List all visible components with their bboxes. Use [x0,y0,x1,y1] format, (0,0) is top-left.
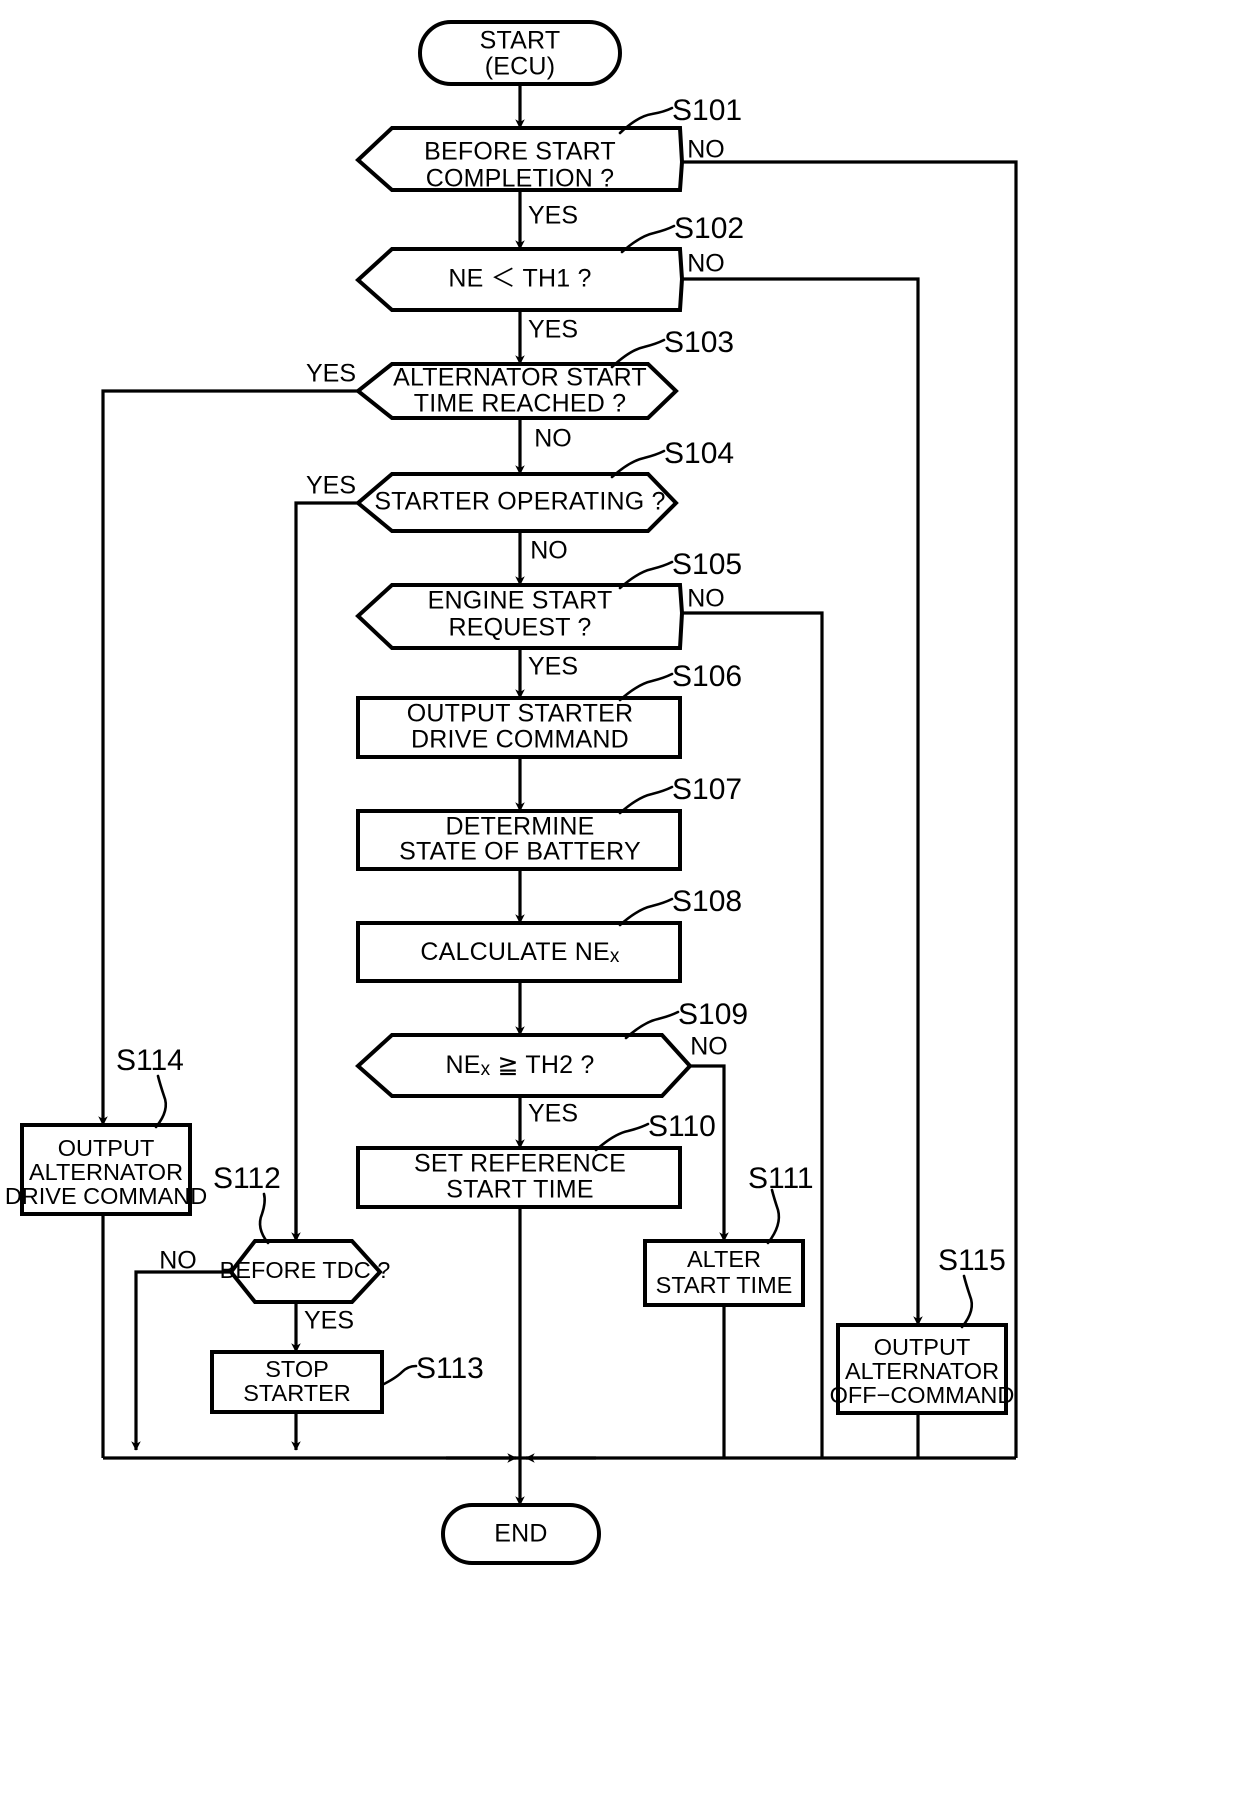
branch-label-s103-no: NO [534,425,572,453]
node-s115-line2: ALTERNATOR [845,1358,999,1384]
node-s106-line2: DRIVE COMMAND [411,726,629,754]
node-s115-line3: OFF−COMMAND [830,1382,1015,1408]
branch-label-s104-yes: YES [306,472,356,500]
node-s103-line1: ALTERNATOR START [393,364,647,392]
node-s110-line1: SET REFERENCE [414,1150,626,1178]
step-label-s105: S105 [672,548,742,581]
leader-s111 [766,1188,781,1245]
step-label-s104: S104 [664,437,734,470]
node-s105-line1: ENGINE START [428,587,613,615]
node-start: START (ECU) [418,20,622,86]
node-s103: ALTERNATOR START TIME REACHED ? [354,362,679,420]
node-s115-line1: OUTPUT [874,1334,971,1360]
node-s113: STOP STARTER [210,1350,384,1414]
step-label-s107: S107 [672,773,742,806]
node-s106: OUTPUT STARTER DRIVE COMMAND [356,696,682,759]
node-s108-line1: CALCULATE NEx [420,938,620,967]
branch-label-s105-no: NO [687,585,725,613]
node-s101-line1: BEFORE START [424,138,616,166]
edge-s104-yes [294,501,358,1245]
node-s111-line1: ALTER [687,1246,761,1272]
step-label-s112: S112 [213,1162,281,1195]
step-label-s103: S103 [664,326,734,359]
node-s109-subscript: x [481,1059,491,1080]
branch-label-s103-yes: YES [306,360,356,388]
node-s102: NE ＜ TH1 ? [355,247,685,312]
node-s112-line1: BEFORE TDC ? [220,1257,391,1283]
branch-label-s101-yes: YES [528,202,578,230]
node-s106-line1: OUTPUT STARTER [407,700,633,728]
node-s113-line2: STARTER [243,1380,351,1406]
branch-label-s112-no: NO [159,1247,197,1275]
node-s104: STARTER OPERATING ? [354,472,679,533]
step-label-s108: S108 [672,885,742,918]
node-s103-line2: TIME REACHED ? [414,390,627,418]
node-start-line1: START [480,27,561,55]
node-s109-tail: ≧ TH2 ? [490,1051,594,1079]
leader-s114 [154,1074,168,1129]
node-s102-line1: NE ＜ TH1 ? [448,265,591,293]
node-s111: ALTER START TIME [643,1239,805,1307]
node-s108-subscript: x [610,946,620,967]
node-s105: ENGINE START REQUEST ? [355,583,685,650]
leader-s112 [258,1192,270,1245]
node-s110: SET REFERENCE START TIME [356,1146,682,1209]
node-s104-line1: STARTER OPERATING ? [374,488,665,516]
step-label-s115: S115 [938,1244,1006,1277]
node-s114-line1: OUTPUT [58,1135,155,1161]
node-s107-line1: DETERMINE [445,813,594,841]
step-label-s113: S113 [416,1352,484,1385]
branch-label-s105-yes: YES [528,653,578,681]
flowchart-diagram: START (ECU) BEFORE START COMPLETION ? S1… [5,20,1018,1565]
node-s114-line2: ALTERNATOR [29,1159,183,1185]
node-s109-line1: NEx ≧ TH2 ? [446,1051,595,1080]
step-label-s101: S101 [672,94,742,127]
node-s114-line3: DRIVE COMMAND [5,1183,207,1209]
branch-label-s109-no: NO [690,1033,728,1061]
step-label-s110: S110 [648,1110,716,1143]
node-start-line2: (ECU) [485,53,555,81]
leader-s115 [960,1274,974,1329]
node-s111-line2: START TIME [656,1272,793,1298]
branch-label-s102-yes: YES [528,316,578,344]
step-label-s106: S106 [672,660,742,693]
branch-label-s102-no: NO [687,250,725,278]
node-s114: OUTPUT ALTERNATOR DRIVE COMMAND [5,1123,207,1216]
branch-label-s109-yes: YES [528,1100,578,1128]
node-s107: DETERMINE STATE OF BATTERY [356,809,682,871]
edge-s103-yes [98,389,358,1126]
branch-label-s101-no: NO [687,136,725,164]
step-label-s109: S109 [678,998,748,1031]
node-end: END [441,1503,601,1565]
node-s113-line1: STOP [265,1356,329,1382]
leader-s113 [380,1364,418,1387]
node-s109: NEx ≧ TH2 ? [355,1033,693,1098]
node-s101-line2: COMPLETION ? [426,165,615,193]
node-s108: CALCULATE NEx [356,921,682,983]
edge-s109-no [690,1064,729,1242]
node-s107-line2: STATE OF BATTERY [399,838,641,866]
step-label-s102: S102 [674,212,744,245]
node-end-line1: END [494,1520,547,1548]
step-label-s111: S111 [748,1162,814,1195]
node-s109-base: NE [446,1051,481,1079]
step-label-s114: S114 [116,1044,184,1077]
node-s115: OUTPUT ALTERNATOR OFF−COMMAND [830,1323,1015,1415]
branch-label-s104-no: NO [530,537,568,565]
branch-label-s112-yes: YES [304,1307,354,1335]
node-s101: BEFORE START COMPLETION ? [355,126,685,193]
node-s112: BEFORE TDC ? [220,1239,391,1304]
node-s110-line2: START TIME [446,1176,593,1204]
node-s108-base: CALCULATE NE [420,938,610,966]
node-s105-line2: REQUEST ? [448,614,591,642]
